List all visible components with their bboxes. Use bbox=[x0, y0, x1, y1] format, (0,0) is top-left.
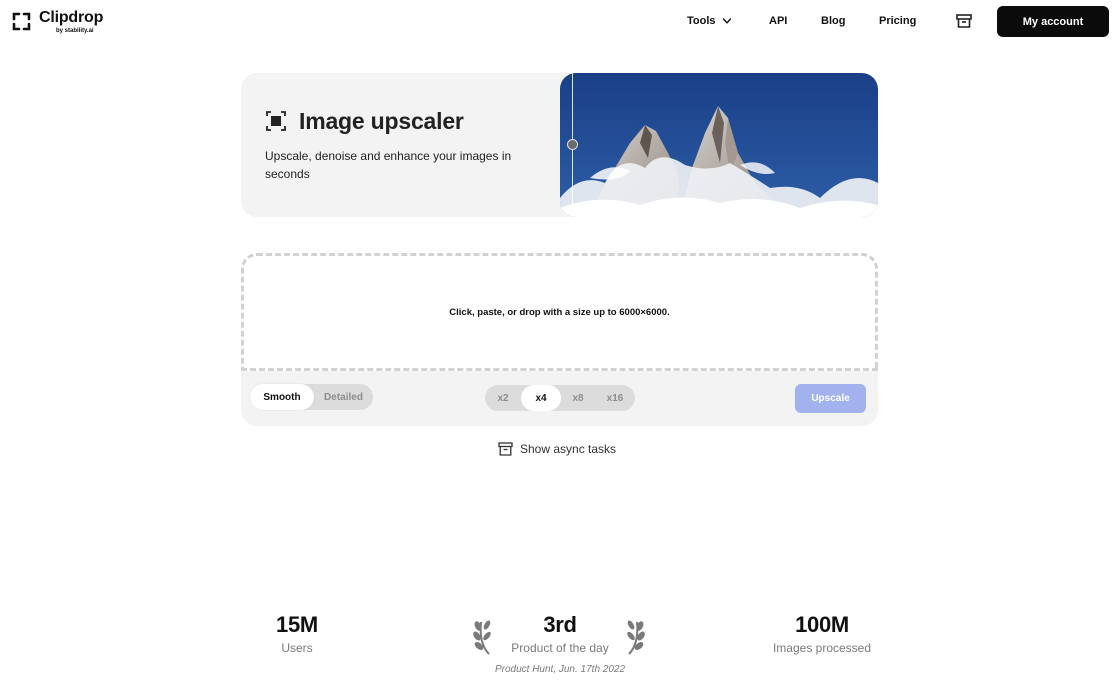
mode-smooth-option[interactable]: Smooth bbox=[250, 384, 314, 410]
scale-x16-option[interactable]: x16 bbox=[595, 385, 635, 411]
nav-tools-label: Tools bbox=[687, 15, 716, 27]
compare-slider-handle[interactable] bbox=[567, 139, 578, 150]
mountain-image bbox=[560, 73, 878, 217]
clipdrop-logo[interactable]: Clipdrop by stability.ai bbox=[12, 10, 103, 34]
my-account-button[interactable]: My account bbox=[997, 6, 1109, 37]
stat-images-value: 100M bbox=[795, 612, 849, 637]
page-title: Image upscaler bbox=[299, 108, 464, 134]
page-description: Upscale, denoise and enhance your images… bbox=[265, 149, 512, 181]
nav-tools[interactable]: Tools bbox=[687, 15, 732, 27]
top-header: Clipdrop by stability.ai Tools API Blog … bbox=[0, 0, 1114, 44]
upscale-controls: Smooth Detailed x2 x4 x8 x16 Upscale bbox=[241, 371, 878, 426]
scale-toggle: x2 x4 x8 x16 bbox=[485, 385, 635, 411]
mode-detailed-option[interactable]: Detailed bbox=[314, 384, 373, 410]
upscale-icon bbox=[265, 110, 287, 132]
mode-toggle: Smooth Detailed bbox=[250, 384, 373, 410]
async-label: Show async tasks bbox=[520, 442, 617, 456]
image-dropzone[interactable]: Click, paste, or drop with a size up to … bbox=[241, 253, 878, 371]
before-after-preview[interactable] bbox=[560, 73, 878, 217]
show-async-tasks-link[interactable]: Show async tasks bbox=[498, 442, 616, 456]
stat-product-of-day: 3rd Product of the day bbox=[480, 612, 640, 655]
stat-product-value: 3rd bbox=[543, 612, 577, 637]
scale-x2-option[interactable]: x2 bbox=[485, 385, 521, 411]
laurel-right-icon bbox=[627, 620, 645, 655]
chevron-down-icon bbox=[722, 18, 731, 24]
stat-users-value: 15M bbox=[276, 612, 318, 637]
product-hunt-note: Product Hunt, Jun. 17th 2022 bbox=[494, 664, 626, 675]
scale-x4-option[interactable]: x4 bbox=[521, 385, 561, 411]
logo-subtitle: by stability.ai bbox=[56, 28, 94, 34]
stat-users: 15M Users bbox=[247, 612, 347, 655]
nav-pricing[interactable]: Pricing bbox=[879, 15, 916, 27]
clipdrop-logo-icon bbox=[12, 12, 31, 31]
stat-images-processed: 100M Images processed bbox=[742, 612, 902, 655]
nav-api[interactable]: API bbox=[769, 15, 787, 27]
archive-icon bbox=[498, 442, 513, 456]
scale-x8-option[interactable]: x8 bbox=[561, 385, 595, 411]
logo-name: Clipdrop bbox=[39, 9, 104, 26]
archive-icon[interactable] bbox=[955, 12, 973, 30]
upscale-button[interactable]: Upscale bbox=[795, 384, 866, 413]
dropzone-text: Click, paste, or drop with a size up to … bbox=[449, 306, 670, 318]
stat-users-label: Users bbox=[281, 641, 313, 655]
nav-blog[interactable]: Blog bbox=[821, 15, 845, 27]
stat-images-label: Images processed bbox=[772, 641, 872, 655]
stat-product-label: Product of the day bbox=[511, 641, 609, 655]
hero-card: Image upscaler Upscale, denoise and enha… bbox=[241, 73, 878, 217]
